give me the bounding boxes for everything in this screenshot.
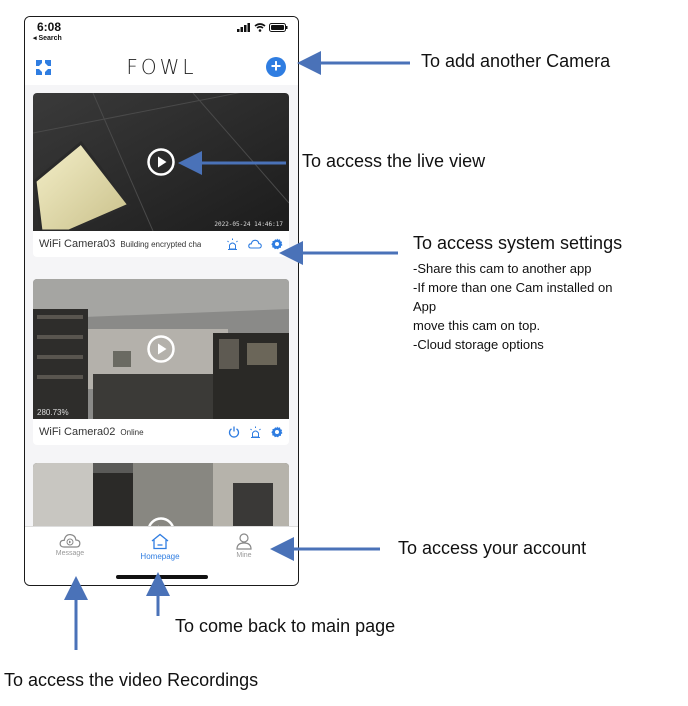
settings-detail-line: -Cloud storage options bbox=[413, 337, 544, 352]
callout-live-view: To access the live view bbox=[302, 151, 486, 171]
callout-main-page: To come back to main page bbox=[175, 616, 396, 636]
settings-detail-line: App bbox=[413, 299, 437, 314]
callout-recordings: To access the video Recordings bbox=[4, 670, 259, 690]
settings-detail-line: -Share this cam to another app bbox=[413, 261, 592, 276]
callout-add-camera: To add another Camera bbox=[421, 51, 611, 71]
settings-detail-line: move this cam on top. bbox=[413, 318, 541, 333]
callout-account: To access your account bbox=[398, 538, 587, 558]
callout-system-settings: To access system settings bbox=[413, 233, 623, 253]
callout-settings-details: -Share this cam to another app -If more … bbox=[413, 259, 612, 354]
settings-detail-line: -If more than one Cam installed on bbox=[413, 280, 613, 295]
